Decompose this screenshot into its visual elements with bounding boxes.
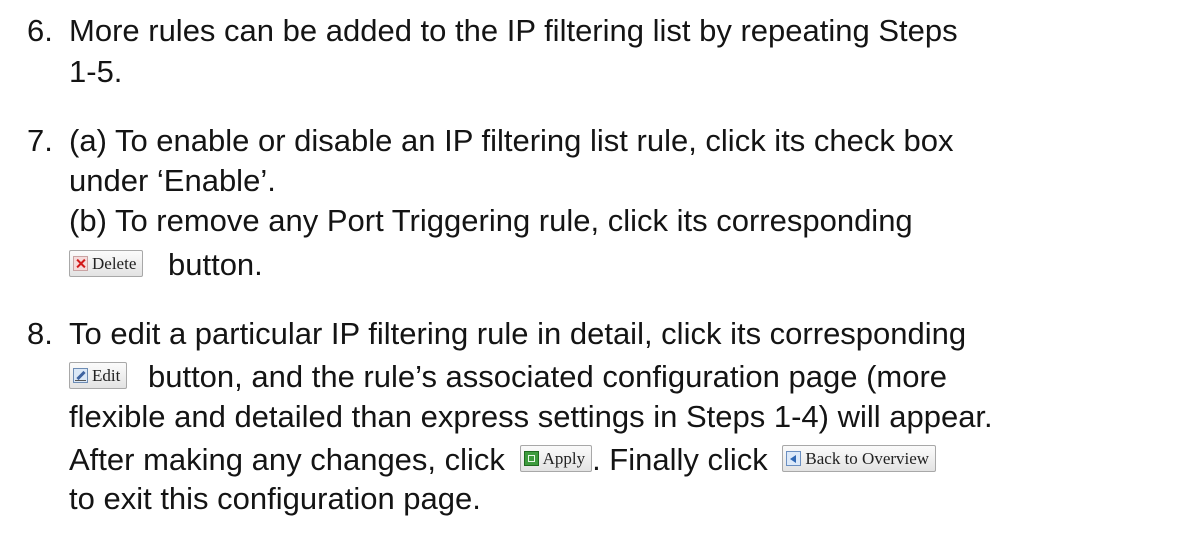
step-text-line-with-apply-back: After making any changes, click Apply . F… [69,440,937,480]
back-to-overview-label: Back to Overview [805,448,930,468]
step-text-fragment: . Finally click [592,442,768,477]
step-text-fragment: button, and the rule’s associated config… [147,359,948,394]
back-arrow-icon [786,451,802,466]
step-text-line: More rules can be added to the IP filter… [69,13,958,48]
delete-x-icon [73,256,88,271]
delete-button[interactable]: Delete [69,250,144,277]
step-number: 7. [27,123,53,158]
step-text-line-with-delete: Delete button. [69,245,263,285]
step-text-line: to exit this configuration page. [69,481,481,516]
step-text-line: under ‘Enable’. [69,163,276,198]
step-text-line: To edit a particular IP filtering rule i… [69,316,967,351]
step-number: 8. [27,316,53,351]
step-text-fragment: button. [167,247,263,282]
back-to-overview-button[interactable]: Back to Overview [782,445,937,472]
apply-button-label: Apply [542,448,586,468]
edit-button-label: Edit [92,365,121,385]
step-text-line: 1-5. [69,54,123,89]
step-text-fragment: After making any changes, click [69,442,505,477]
instruction-document: 6. More rules can be added to the IP fil… [0,0,1191,536]
apply-green-icon [523,451,539,466]
step-number: 6. [27,13,53,48]
step-text-line-with-edit: Edit button, and the rule’s associated c… [69,357,947,397]
step-text-line: (b) To remove any Port Triggering rule, … [69,203,913,238]
edit-pencil-icon [73,368,88,383]
apply-button[interactable]: Apply [519,445,593,472]
step-text-line: flexible and detailed than express setti… [69,399,993,434]
delete-button-label: Delete [92,253,137,273]
step-text-line: (a) To enable or disable an IP filtering… [69,123,954,158]
edit-button[interactable]: Edit [69,362,128,389]
